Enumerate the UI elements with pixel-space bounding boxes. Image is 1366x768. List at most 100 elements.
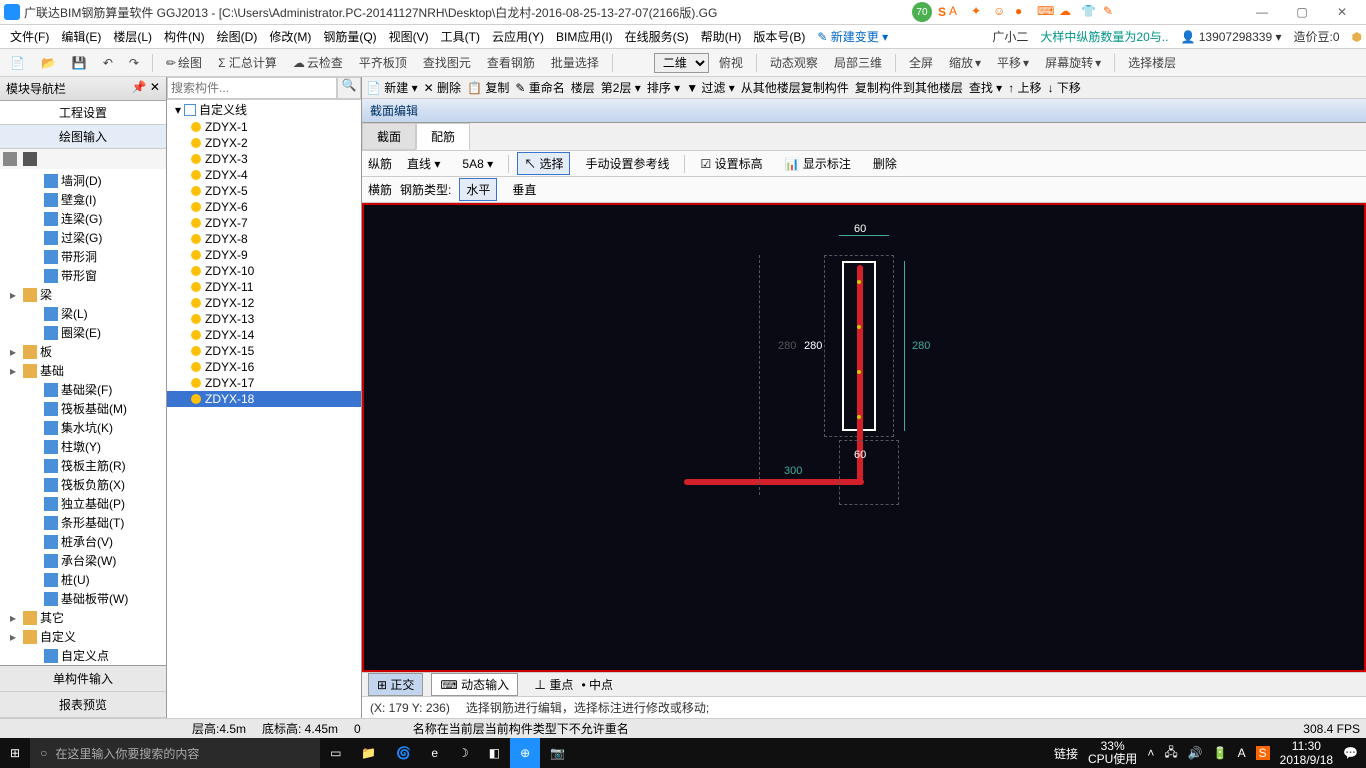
menu-edit[interactable]: 编辑(E) xyxy=(55,28,107,45)
tree-node[interactable]: 独立基础(P) xyxy=(2,494,164,513)
sort-button[interactable]: 排序 ▾ xyxy=(647,79,680,96)
tree-node[interactable]: 桩承台(V) xyxy=(2,532,164,551)
component-item[interactable]: ZDYX-16 xyxy=(167,359,361,375)
tree-node[interactable]: 自定义点 xyxy=(2,646,164,665)
tree-node[interactable]: 集水坑(K) xyxy=(2,418,164,437)
batch-button[interactable]: 批量选择 xyxy=(545,52,605,73)
tree-node[interactable]: 桩(U) xyxy=(2,570,164,589)
fullscreen-button[interactable]: 全屏 xyxy=(903,52,939,73)
show-label-button[interactable]: 📊 显示标注 xyxy=(778,152,858,175)
menu-online[interactable]: 在线服务(S) xyxy=(619,28,695,45)
component-item[interactable]: ZDYX-2 xyxy=(167,135,361,151)
vertical-button[interactable]: 垂直 xyxy=(505,178,543,201)
open-icon[interactable]: 📂 xyxy=(35,54,62,72)
minimize-button[interactable]: — xyxy=(1242,5,1282,19)
pan-button[interactable]: 平移 ▾ xyxy=(991,52,1035,73)
app-icon[interactable]: 🌀 xyxy=(386,738,421,768)
tree-node[interactable]: 带形洞 xyxy=(2,247,164,266)
ime-icon[interactable]: A xyxy=(1238,746,1246,760)
pin-icon[interactable]: 📌 ✕ xyxy=(132,80,160,97)
tree-node[interactable]: 连梁(G) xyxy=(2,209,164,228)
manual-ref-button[interactable]: 手动设置参考线 xyxy=(578,152,676,175)
tree-node[interactable]: 筏板负筋(X) xyxy=(2,475,164,494)
menu-version[interactable]: 版本号(B) xyxy=(747,28,811,45)
view-mode-icon[interactable] xyxy=(3,152,17,166)
component-item[interactable]: ZDYX-10 xyxy=(167,263,361,279)
toolbar-icon[interactable]: ✦ xyxy=(971,4,987,20)
steel-button[interactable]: 查看钢筋 xyxy=(481,52,541,73)
snap-mid[interactable]: ⊥ 重点 xyxy=(534,676,573,693)
nav-tab-draw[interactable]: 绘图输入 xyxy=(0,125,166,149)
line-type-select[interactable]: 直线 ▾ xyxy=(400,152,447,175)
undo-icon[interactable]: ↶ xyxy=(97,54,119,72)
find-button[interactable]: 查找 ▾ xyxy=(969,79,1002,96)
component-item[interactable]: ZDYX-3 xyxy=(167,151,361,167)
tree-node[interactable]: 柱墩(Y) xyxy=(2,437,164,456)
menu-draw[interactable]: 绘图(D) xyxy=(211,28,264,45)
moveup-button[interactable]: ↑ 上移 xyxy=(1008,79,1041,96)
tab-section[interactable]: 截面 xyxy=(362,123,416,150)
view-mode-select[interactable]: 二维 xyxy=(654,53,709,73)
rename-button[interactable]: ✎ 重命名 xyxy=(515,79,564,96)
component-item[interactable]: ZDYX-14 xyxy=(167,327,361,343)
delete-button[interactable]: ✕ 删除 xyxy=(424,79,461,96)
cpu-meter[interactable]: 33%CPU使用 xyxy=(1088,740,1137,766)
sum-button[interactable]: Σ 汇总计算 xyxy=(212,52,283,73)
component-item[interactable]: ZDYX-4 xyxy=(167,167,361,183)
component-item[interactable]: ZDYX-11 xyxy=(167,279,361,295)
rotate-button[interactable]: 屏幕旋转 ▾ xyxy=(1039,52,1107,73)
local3d-button[interactable]: 局部三维 xyxy=(828,52,888,73)
app-icon[interactable]: ◧ xyxy=(479,738,510,768)
maximize-button[interactable]: ▢ xyxy=(1282,5,1322,19)
tree-node[interactable]: 圈梁(E) xyxy=(2,323,164,342)
cortana-search[interactable]: ○ 在这里输入你要搜索的内容 xyxy=(30,738,320,768)
persp-button[interactable]: 俯视 xyxy=(713,52,749,73)
app-icon[interactable]: 📁 xyxy=(351,738,386,768)
toolbar-icon[interactable]: ⌨ xyxy=(1037,4,1053,20)
delete-rebar-button[interactable]: 删除 xyxy=(866,152,904,175)
component-group[interactable]: ▾自定义线 xyxy=(167,100,361,119)
toolbar-icon[interactable]: ✎ xyxy=(1103,4,1119,20)
new-button[interactable]: 📄 新建 ▾ xyxy=(366,79,418,96)
start-button[interactable]: ⊞ xyxy=(0,738,30,768)
tree-node[interactable]: ▸基础 xyxy=(2,361,164,380)
search-input[interactable] xyxy=(167,77,337,99)
user-label[interactable]: 广小二 xyxy=(992,28,1028,45)
link-label[interactable]: 链接 xyxy=(1054,745,1078,762)
tree-node[interactable]: ▸板 xyxy=(2,342,164,361)
component-item[interactable]: ZDYX-18 xyxy=(167,391,361,407)
taskview-icon[interactable]: ▭ xyxy=(320,738,351,768)
component-item[interactable]: ZDYX-1 xyxy=(167,119,361,135)
tree-node[interactable]: 梁(L) xyxy=(2,304,164,323)
new-change-button[interactable]: ✎ 新建变更 ▾ xyxy=(811,28,894,45)
redo-icon[interactable]: ↷ xyxy=(123,54,145,72)
battery-icon[interactable]: 🔋 xyxy=(1213,746,1228,760)
tree-node[interactable]: 壁龛(I) xyxy=(2,190,164,209)
app-icon[interactable]: 📷 xyxy=(540,738,575,768)
network-icon[interactable]: 🖧 xyxy=(1164,743,1177,764)
component-item[interactable]: ZDYX-13 xyxy=(167,311,361,327)
menu-modify[interactable]: 修改(M) xyxy=(263,28,317,45)
component-item[interactable]: ZDYX-5 xyxy=(167,183,361,199)
tree-node[interactable]: 筏板主筋(R) xyxy=(2,456,164,475)
component-list[interactable]: ▾自定义线 ZDYX-1 ZDYX-2 ZDYX-3 ZDYX-4 ZDYX-5… xyxy=(167,100,361,718)
nav-tree[interactable]: 墙洞(D)壁龛(I)连梁(G)过梁(G)带形洞带形窗▸梁梁(L)圈梁(E)▸板▸… xyxy=(0,169,166,665)
flat-button[interactable]: 平齐板顶 xyxy=(353,52,413,73)
filter-button[interactable]: ▼ 过滤 ▾ xyxy=(686,79,735,96)
tree-node[interactable]: ▸其它 xyxy=(2,608,164,627)
component-item[interactable]: ZDYX-9 xyxy=(167,247,361,263)
toolbar-icon[interactable]: ● xyxy=(1015,4,1031,20)
copy-to-button[interactable]: 复制构件到其他楼层 xyxy=(855,79,963,96)
nav-tab-project[interactable]: 工程设置 xyxy=(0,101,166,125)
tree-node[interactable]: ▸梁 xyxy=(2,285,164,304)
tip-message[interactable]: 大样中纵筋数量为20与.. xyxy=(1040,28,1168,45)
menu-file[interactable]: 文件(F) xyxy=(4,28,55,45)
coin-icon[interactable]: ⬢ xyxy=(1352,30,1362,44)
dyn-input-toggle[interactable]: ⌨ 动态输入 xyxy=(431,673,518,696)
toolbar-icon[interactable]: ☺ xyxy=(993,4,1009,20)
notification-icon[interactable]: 💬 xyxy=(1343,746,1358,760)
drawing-canvas[interactable]: 60 280 280 280 60 300 xyxy=(362,203,1366,672)
draw-button[interactable]: ✏ 绘图 xyxy=(160,52,208,73)
component-item[interactable]: ZDYX-8 xyxy=(167,231,361,247)
tab-report[interactable]: 报表预览 xyxy=(0,692,166,718)
